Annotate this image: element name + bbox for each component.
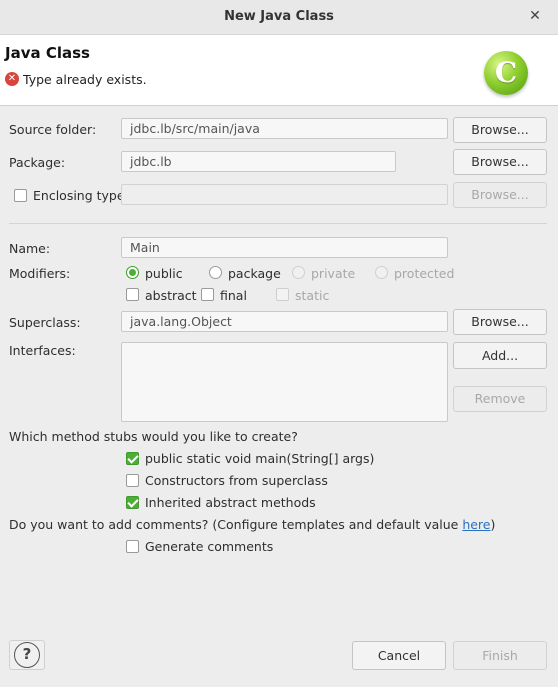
main-method-checkbox[interactable] (126, 452, 139, 465)
banner-title: Java Class (5, 44, 90, 62)
static-checkbox (276, 288, 289, 301)
class-name-field[interactable]: Main (121, 237, 448, 258)
source-folder-browse-button[interactable]: Browse... (453, 117, 547, 143)
help-button[interactable]: ? (9, 640, 45, 670)
close-icon[interactable]: ✕ (526, 7, 544, 25)
protected-radio-label: protected (394, 266, 455, 281)
comments-question-text: Do you want to add comments? (Configure … (9, 517, 463, 532)
final-checkbox[interactable] (201, 288, 214, 301)
wizard-banner: Java Class ✕ Type already exists. C (0, 35, 558, 106)
cancel-button[interactable]: Cancel (352, 641, 446, 670)
private-radio (292, 266, 305, 279)
public-radio[interactable] (126, 266, 139, 279)
enclosing-type-checkbox[interactable] (14, 189, 27, 202)
inherited-abstract-checkbox[interactable] (126, 496, 139, 509)
main-method-label: public static void main(String[] args) (145, 451, 375, 466)
static-checkbox-label: static (295, 288, 330, 303)
final-checkbox-label: final (220, 288, 247, 303)
wizard-icon-letter: C (494, 56, 518, 89)
separator (9, 223, 547, 224)
method-stubs-question: Which method stubs would you like to cre… (9, 429, 298, 444)
name-label: Name: (9, 241, 51, 256)
package-radio-label: package (228, 266, 281, 281)
abstract-checkbox-label: abstract (145, 288, 197, 303)
superclass-label: Superclass: (9, 315, 81, 330)
enclosing-type-field (121, 184, 448, 205)
abstract-checkbox[interactable] (126, 288, 139, 301)
source-folder-field[interactable]: jdbc.lb/src/main/java (121, 118, 448, 139)
protected-radio (375, 266, 388, 279)
interfaces-list[interactable] (121, 342, 448, 422)
configure-templates-link[interactable]: here (462, 517, 490, 532)
superclass-browse-button[interactable]: Browse... (453, 309, 547, 335)
interfaces-label: Interfaces: (9, 343, 76, 358)
title-bar: New Java Class ✕ (0, 0, 558, 35)
enclosing-type-browse-button: Browse... (453, 182, 547, 208)
enclosing-type-label: Enclosing type: (33, 188, 129, 203)
window-title: New Java Class (224, 9, 334, 24)
package-browse-button[interactable]: Browse... (453, 149, 547, 175)
public-radio-label: public (145, 266, 183, 281)
generate-comments-checkbox[interactable] (126, 540, 139, 553)
package-field[interactable]: jdbc.lb (121, 151, 396, 172)
finish-button: Finish (453, 641, 547, 670)
help-icon: ? (14, 642, 40, 668)
inherited-abstract-label: Inherited abstract methods (145, 495, 316, 510)
source-folder-label: Source folder: (9, 122, 97, 137)
error-icon: ✕ (5, 72, 19, 86)
comments-question-suffix: ) (490, 517, 496, 532)
comments-question: Do you want to add comments? (Configure … (9, 517, 495, 532)
package-radio[interactable] (209, 266, 222, 279)
modifiers-label: Modifiers: (9, 266, 71, 281)
constructors-label: Constructors from superclass (145, 473, 328, 488)
superclass-field[interactable]: java.lang.Object (121, 311, 448, 332)
generate-comments-label: Generate comments (145, 539, 274, 554)
package-label: Package: (9, 155, 66, 170)
error-message: Type already exists. (23, 72, 147, 87)
new-class-wizard-icon: C (484, 51, 528, 95)
add-interface-button[interactable]: Add... (453, 342, 547, 369)
private-radio-label: private (311, 266, 356, 281)
constructors-checkbox[interactable] (126, 474, 139, 487)
remove-interface-button: Remove (453, 386, 547, 412)
